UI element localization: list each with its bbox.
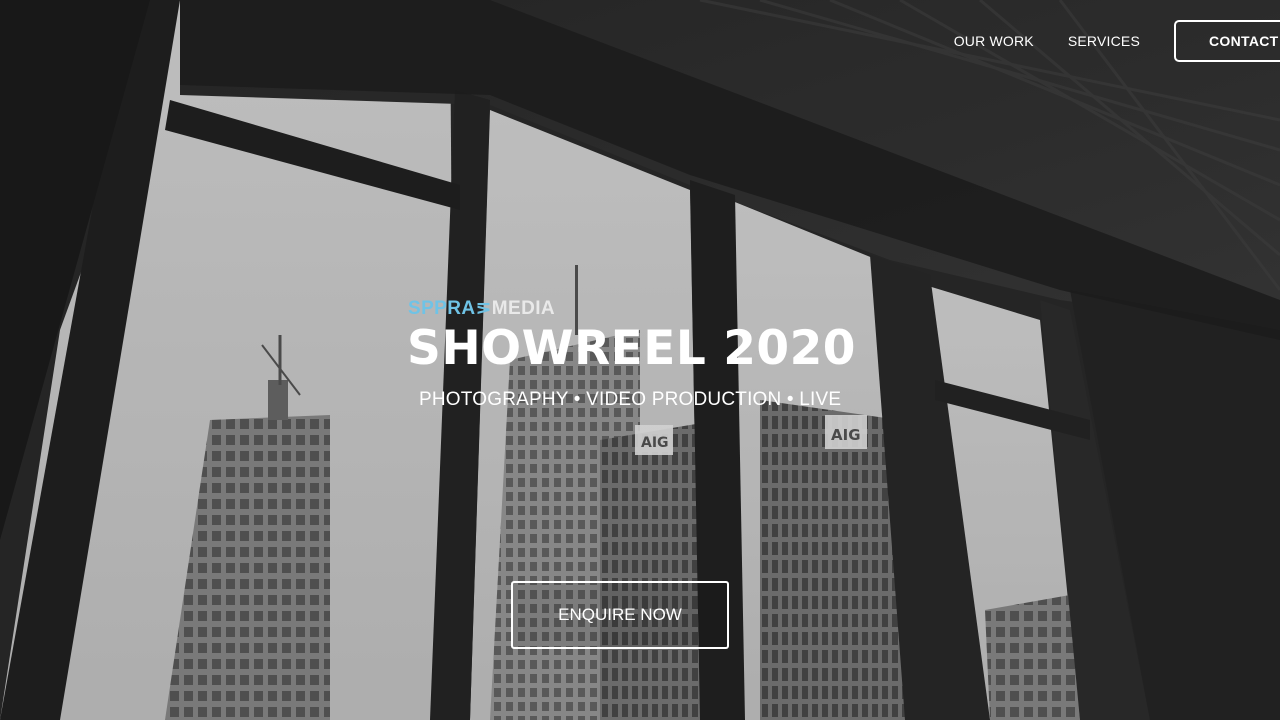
- enquire-now-button[interactable]: ENQUIRE NOW: [511, 581, 729, 649]
- brand-logo: SPPRA⋝MEDIA: [408, 298, 555, 320]
- hero-subtitle: PHOTOGRAPHY • VIDEO PRODUCTION • LIVE: [419, 389, 842, 410]
- brand-logo-part2: MEDIA: [491, 298, 556, 319]
- nav-link-services[interactable]: SERVICES: [1068, 33, 1140, 49]
- hero-section: AIG AIG OUR WORK SERVICES CONTACT SPPRA⋝…: [0, 0, 1280, 720]
- brand-logo-part1: SPPRA: [408, 298, 476, 319]
- page-title: SHOWREEL 2020: [407, 321, 857, 376]
- top-navigation: OUR WORK SERVICES CONTACT: [954, 18, 1280, 64]
- nav-link-our-work[interactable]: OUR WORK: [954, 33, 1034, 49]
- brand-logo-mark: ⋝: [475, 298, 492, 319]
- contact-button[interactable]: CONTACT: [1174, 20, 1280, 62]
